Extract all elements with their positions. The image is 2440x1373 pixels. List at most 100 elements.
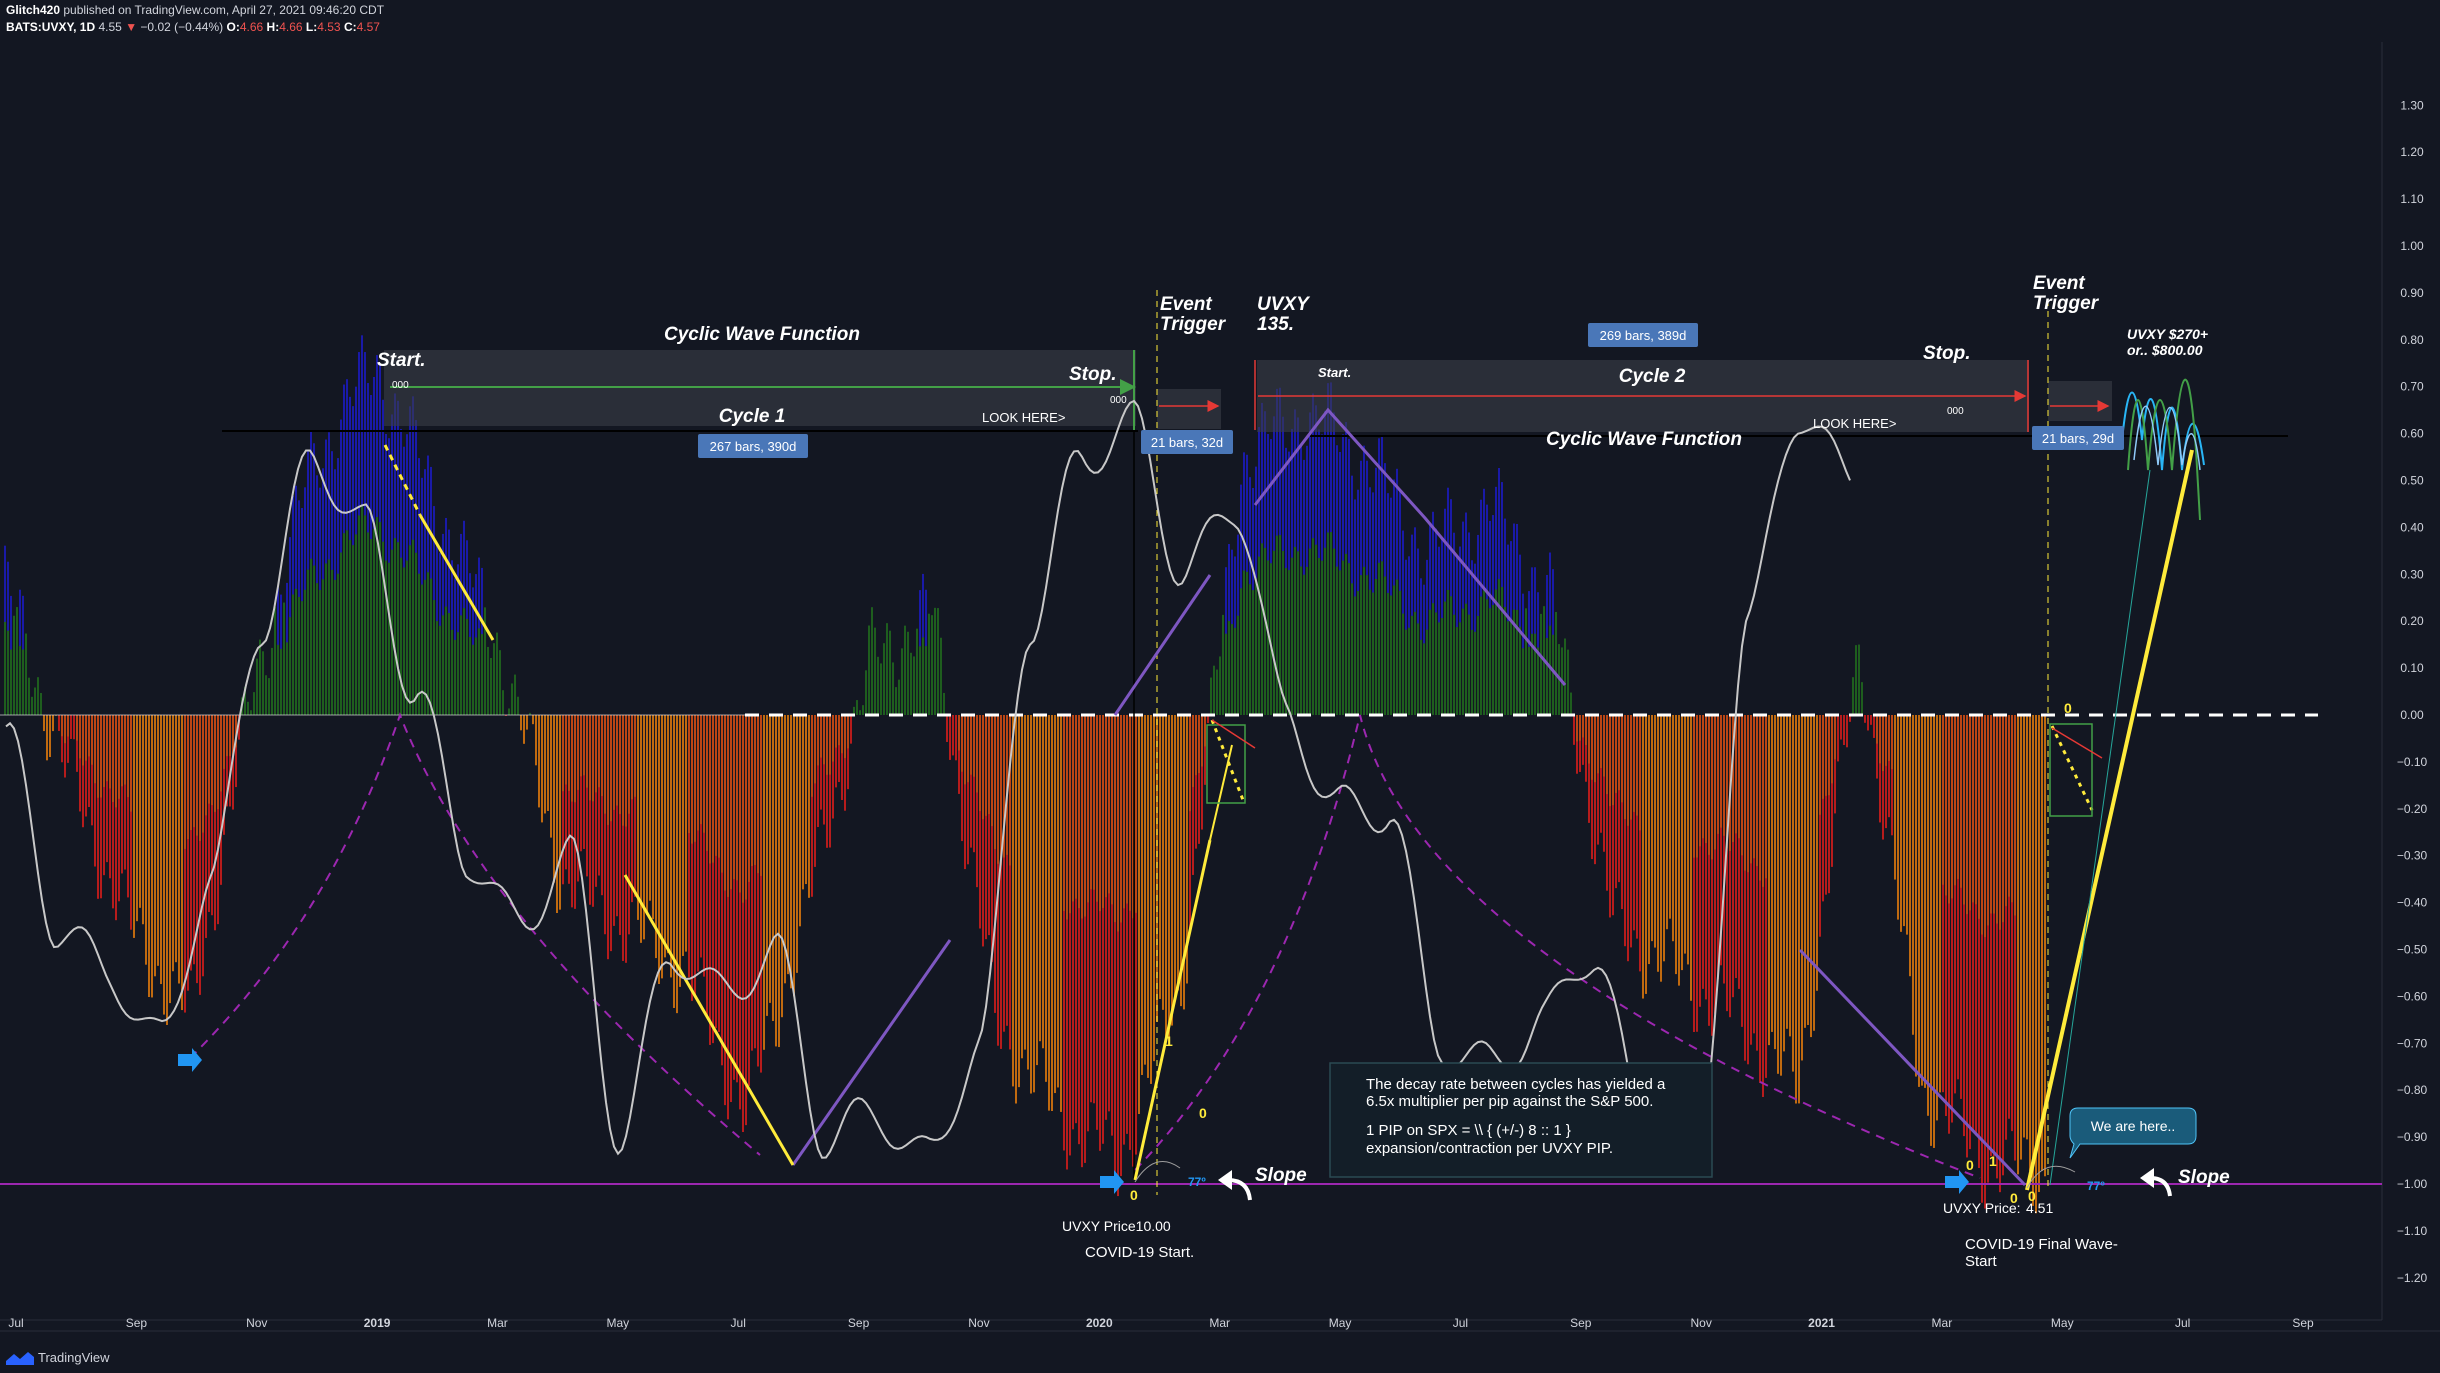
histogram-bar-inner bbox=[1117, 715, 1119, 932]
histogram-bar-inner bbox=[1303, 574, 1305, 715]
histogram-bar-inner bbox=[1567, 679, 1569, 715]
histogram-bar-inner bbox=[973, 715, 975, 777]
author-name[interactable]: Glitch420 bbox=[6, 3, 60, 17]
histogram-bar-inner bbox=[1285, 568, 1287, 715]
histogram-bar-inner bbox=[67, 715, 69, 737]
histogram-bar-inner bbox=[1324, 547, 1326, 715]
histogram-bar-inner bbox=[802, 715, 804, 794]
histogram-bar bbox=[1870, 715, 1872, 725]
histogram-bar-inner bbox=[610, 715, 612, 822]
histogram-bar-inner bbox=[1939, 715, 1941, 885]
histogram-bar-inner bbox=[838, 715, 840, 746]
histogram-bar-inner bbox=[1498, 579, 1500, 715]
histogram-bar-inner bbox=[124, 715, 126, 785]
histogram-bar-inner bbox=[1975, 715, 1977, 905]
histogram-bar-inner bbox=[715, 715, 717, 856]
histogram-bar-inner bbox=[997, 715, 999, 864]
wave-count-1b: 1 bbox=[1989, 1153, 1997, 1169]
histogram-bar-inner bbox=[1579, 715, 1581, 741]
histogram-bar-inner bbox=[1957, 715, 1959, 879]
chart-canvas[interactable]: Cyclic Wave Function Start. 000 Stop. 00… bbox=[0, 0, 2440, 1373]
tradingview-logo[interactable]: TradingView bbox=[6, 1350, 110, 1365]
histogram-bar-inner bbox=[652, 715, 654, 807]
histogram-bar bbox=[43, 715, 45, 732]
histogram-bar-inner bbox=[451, 629, 453, 715]
histogram-bar-inner bbox=[754, 715, 756, 865]
histogram-bar-inner bbox=[1900, 715, 1902, 813]
cycle2-title: Cyclic Wave Function bbox=[1546, 429, 1742, 450]
wave-count-0b: 0 bbox=[1199, 1105, 1207, 1121]
histogram-bar-inner bbox=[2038, 715, 2040, 930]
x-tick-label: Mar bbox=[1932, 1316, 1953, 1330]
histogram-bar-inner bbox=[1096, 715, 1098, 902]
histogram-bar-inner bbox=[1762, 715, 1764, 887]
y-tick-label: −0.70 bbox=[2397, 1036, 2428, 1050]
histogram-bar-inner bbox=[658, 715, 660, 837]
histogram-bar-inner bbox=[484, 655, 486, 715]
histogram-bar-inner bbox=[1792, 715, 1794, 876]
histogram-bar-inner bbox=[676, 715, 678, 850]
symbol-name[interactable]: BATS:UVXY, 1D bbox=[6, 20, 95, 34]
histogram-bar-inner bbox=[1720, 715, 1722, 828]
histogram-bar-inner bbox=[1471, 629, 1473, 715]
event1-label-b: Trigger bbox=[1160, 314, 1227, 335]
histogram-bar-inner bbox=[2032, 715, 2034, 936]
covid-final-label-a: COVID-19 Final Wave- bbox=[1965, 1236, 2118, 1253]
histogram-bar-inner bbox=[883, 675, 885, 715]
histogram-bar-inner bbox=[1186, 715, 1188, 836]
histogram-bar-inner bbox=[799, 715, 801, 811]
histogram-bar-inner bbox=[4, 621, 6, 715]
histogram-bar-inner bbox=[1291, 557, 1293, 715]
histogram-bar-inner bbox=[607, 715, 609, 825]
histogram-bar-inner bbox=[460, 615, 462, 715]
histogram-bar-inner bbox=[448, 613, 450, 715]
histogram-bar-inner bbox=[343, 533, 345, 715]
histogram-bar-inner bbox=[1966, 715, 1968, 915]
histogram-bar-inner bbox=[1309, 548, 1311, 715]
histogram-bar-inner bbox=[2035, 715, 2037, 940]
histogram-bar-inner bbox=[496, 669, 498, 715]
wave-count-0f: 0 bbox=[2064, 700, 2072, 716]
histogram-bar-inner bbox=[196, 715, 198, 836]
histogram-bar-inner bbox=[739, 715, 741, 893]
histogram-bar-inner bbox=[577, 715, 579, 790]
histogram-bar-inner bbox=[25, 670, 27, 715]
histogram-bar-inner bbox=[1174, 715, 1176, 842]
histogram-bar-inner bbox=[409, 545, 411, 715]
y-tick-label: 0.50 bbox=[2400, 474, 2424, 488]
tradingview-brand: TradingView bbox=[38, 1350, 110, 1365]
histogram-bar-inner bbox=[1417, 623, 1419, 715]
histogram-bar-inner bbox=[1381, 561, 1383, 715]
histogram-bar-inner bbox=[964, 715, 966, 785]
histogram-bar-inner bbox=[259, 673, 261, 715]
histogram-bar-inner bbox=[1921, 715, 1923, 882]
histogram-bar-inner bbox=[1045, 715, 1047, 881]
angle-label-1: 77º bbox=[1188, 1175, 1206, 1189]
low-value: 4.53 bbox=[317, 20, 341, 34]
histogram-bar-inner bbox=[661, 715, 663, 834]
histogram-bar-inner bbox=[1120, 715, 1122, 923]
histogram-bar-inner bbox=[1294, 546, 1296, 715]
histogram-bar-inner bbox=[1312, 538, 1314, 715]
histogram-bar-inner bbox=[826, 715, 828, 775]
slope-label-2: Slope bbox=[2178, 1167, 2230, 1188]
histogram-bar-inner bbox=[622, 715, 624, 826]
histogram-bar-inner bbox=[1669, 715, 1671, 807]
histogram-bar-inner bbox=[1795, 715, 1797, 890]
x-tick-label: May bbox=[2051, 1316, 2074, 1330]
histogram-bar-inner bbox=[1717, 715, 1719, 834]
x-tick-label: Jul bbox=[1453, 1316, 1468, 1330]
histogram-bar bbox=[1570, 692, 1572, 715]
histogram-bar bbox=[508, 708, 510, 715]
histogram-bar-inner bbox=[1273, 550, 1275, 715]
histogram-bar-inner bbox=[775, 715, 777, 865]
histogram-bar-inner bbox=[388, 562, 390, 715]
histogram-bar-inner bbox=[1930, 715, 1932, 909]
histogram-bar-inner bbox=[1990, 715, 1992, 914]
histogram-bar-inner bbox=[1366, 575, 1368, 715]
histogram-bar-inner bbox=[445, 606, 447, 715]
histogram-bar-inner bbox=[106, 715, 108, 782]
histogram-bar bbox=[952, 715, 954, 756]
histogram-bar-inner bbox=[1342, 560, 1344, 715]
histogram-bar-inner bbox=[1786, 715, 1788, 857]
